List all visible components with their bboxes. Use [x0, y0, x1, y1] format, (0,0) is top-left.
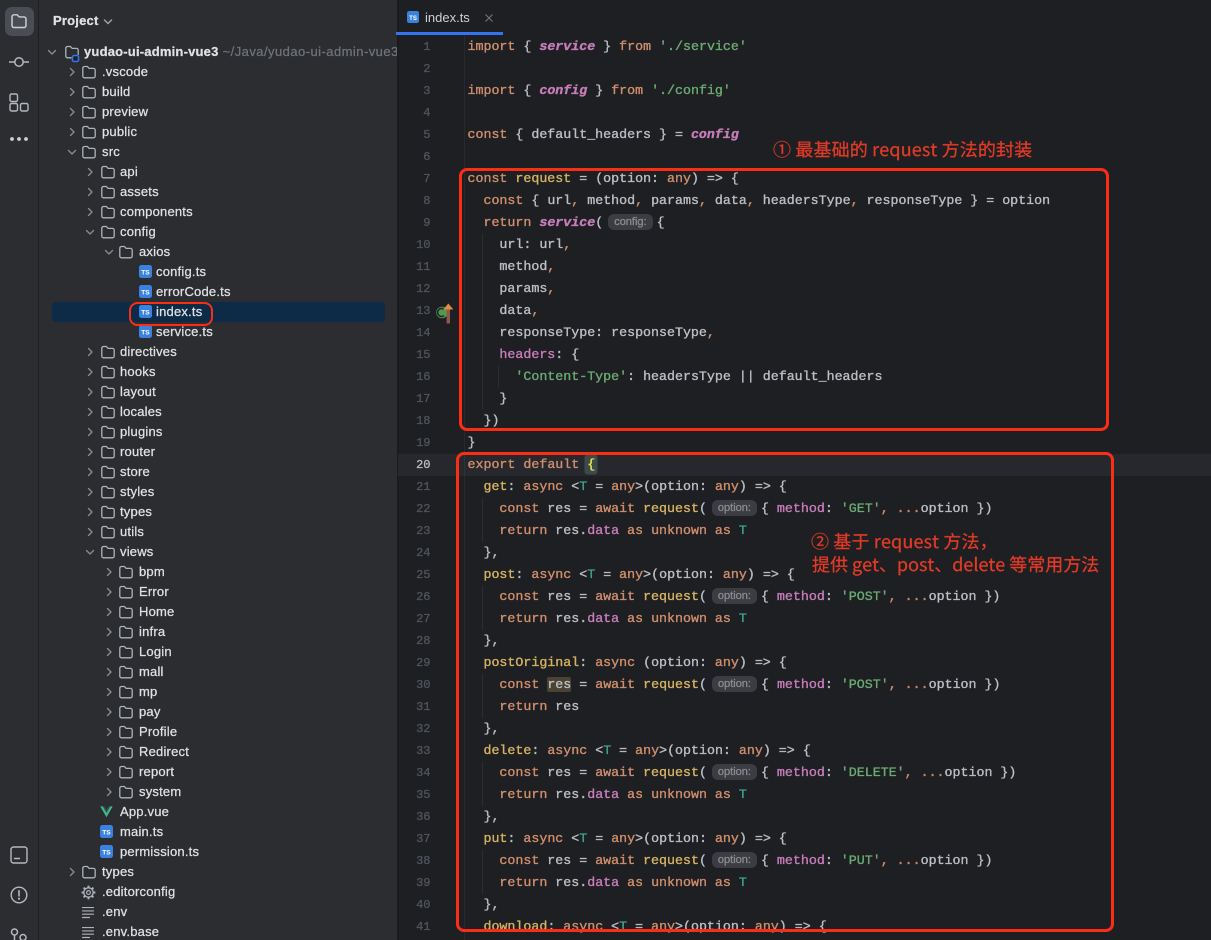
svg-text:TS: TS [141, 330, 150, 337]
svg-text:TS: TS [409, 15, 417, 22]
svg-text:TS: TS [102, 850, 111, 857]
svg-text:TS: TS [141, 270, 150, 277]
svg-text:TS: TS [141, 290, 150, 297]
svg-text:TS: TS [102, 830, 111, 837]
